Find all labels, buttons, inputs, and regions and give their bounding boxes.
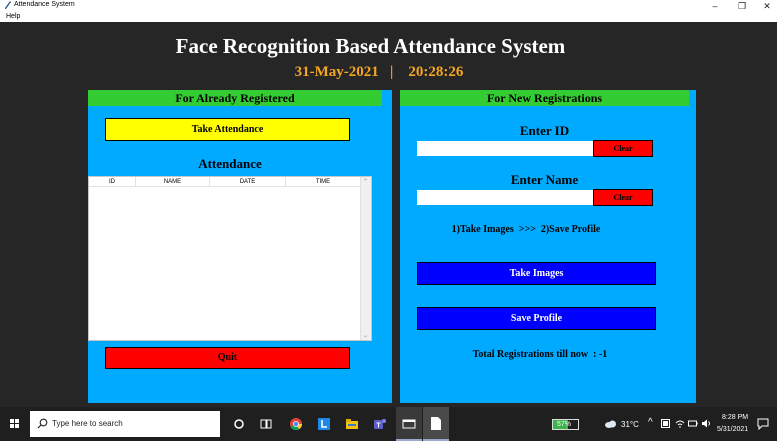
clock-time[interactable]: 8:28 PM (722, 414, 748, 421)
main-window: Face Recognition Based Attendance System… (0, 22, 777, 407)
running-app-slot[interactable] (396, 407, 422, 441)
tray-chevron-icon[interactable]: ^ (648, 417, 653, 428)
column-header-date[interactable]: DATE (210, 177, 286, 187)
table-scrollbar[interactable]: ⌃ ⌄ (360, 177, 371, 340)
take-attendance-button[interactable]: Take Attendance (105, 118, 350, 141)
time-text: 20:28:26 (408, 64, 464, 80)
date-text: 31-May-2021 (294, 64, 379, 80)
taskbar-search-box[interactable]: Type here to search (30, 411, 220, 437)
total-registrations-text: Total Registrations till now : -1 (472, 349, 608, 360)
feather-app-icon (5, 1, 11, 9)
restore-icon[interactable]: ❐ (732, 0, 752, 12)
instruction-text: 1)Take Images >>> 2)Save Profile (451, 224, 601, 235)
save-profile-button[interactable]: Save Profile (417, 307, 656, 330)
table-header: ID NAME DATE TIME (89, 177, 361, 187)
attendance-title: Attendance (198, 156, 262, 171)
windows-start-icon[interactable] (0, 407, 30, 441)
document-icon (431, 417, 441, 430)
clear-id-button[interactable]: Clear (593, 140, 653, 157)
weather-cloud-icon[interactable] (604, 419, 617, 429)
search-icon (37, 418, 48, 429)
window-app-icon (402, 419, 416, 429)
enter-id-label: Enter ID (519, 123, 570, 138)
wifi-icon[interactable] (675, 419, 685, 428)
registered-panel-header: For Already Registered (88, 90, 382, 106)
quit-button[interactable]: Quit (105, 347, 350, 369)
file-explorer-icon[interactable] (345, 417, 359, 431)
enter-name-label: Enter Name (510, 172, 579, 187)
scroll-down-icon[interactable]: ⌄ (363, 332, 368, 339)
date-time-display: 31-May-2021 | 20:28:26 (0, 64, 758, 81)
chrome-icon[interactable] (289, 417, 303, 431)
new-registration-panel: For New Registrations Enter ID Clear Ent… (400, 90, 696, 403)
app-heading: Face Recognition Based Attendance System (175, 34, 566, 58)
l-app-icon[interactable] (317, 417, 331, 431)
menubar: Help (0, 12, 777, 22)
battery-percent: 57% (557, 421, 572, 428)
battery-indicator[interactable]: 57% (552, 419, 579, 430)
date-time-separator: | (390, 64, 394, 80)
take-images-button[interactable]: Take Images (417, 262, 656, 285)
teams-icon[interactable]: T (373, 417, 387, 431)
taskbar: Type here to search T 57% 31°C ^ 8:28 PM… (0, 407, 777, 441)
temperature-text[interactable]: 31°C (621, 420, 639, 429)
window-title: Attendance System (14, 1, 75, 8)
scroll-up-icon[interactable]: ⌃ (363, 178, 368, 185)
clock-date[interactable]: 5/31/2021 (717, 426, 748, 433)
column-header-id[interactable]: ID (89, 177, 136, 187)
svg-text:T: T (376, 423, 381, 430)
name-input[interactable] (417, 190, 593, 205)
task-view-icon[interactable] (259, 417, 273, 431)
active-app-slot[interactable] (423, 407, 449, 441)
registered-panel: For Already Registered Take Attendance A… (88, 90, 392, 403)
cortana-icon[interactable] (232, 417, 246, 431)
id-input[interactable] (417, 141, 593, 156)
menu-help[interactable]: Help (6, 12, 20, 22)
clear-name-button[interactable]: Clear (593, 189, 653, 206)
minimize-icon[interactable]: – (705, 0, 725, 12)
new-registration-panel-header: For New Registrations (400, 90, 689, 106)
search-placeholder: Type here to search (52, 419, 123, 428)
notification-app-icon[interactable] (661, 419, 670, 428)
attendance-table[interactable]: ID NAME DATE TIME ⌃ ⌄ (88, 176, 372, 341)
action-center-icon[interactable] (757, 418, 769, 430)
column-header-name[interactable]: NAME (136, 177, 210, 187)
column-header-time[interactable]: TIME (286, 177, 361, 187)
close-icon[interactable]: ✕ (757, 0, 777, 12)
volume-icon[interactable] (701, 419, 712, 428)
battery-tray-icon[interactable] (688, 419, 698, 428)
window-titlebar: Attendance System – ❐ ✕ (0, 0, 777, 12)
